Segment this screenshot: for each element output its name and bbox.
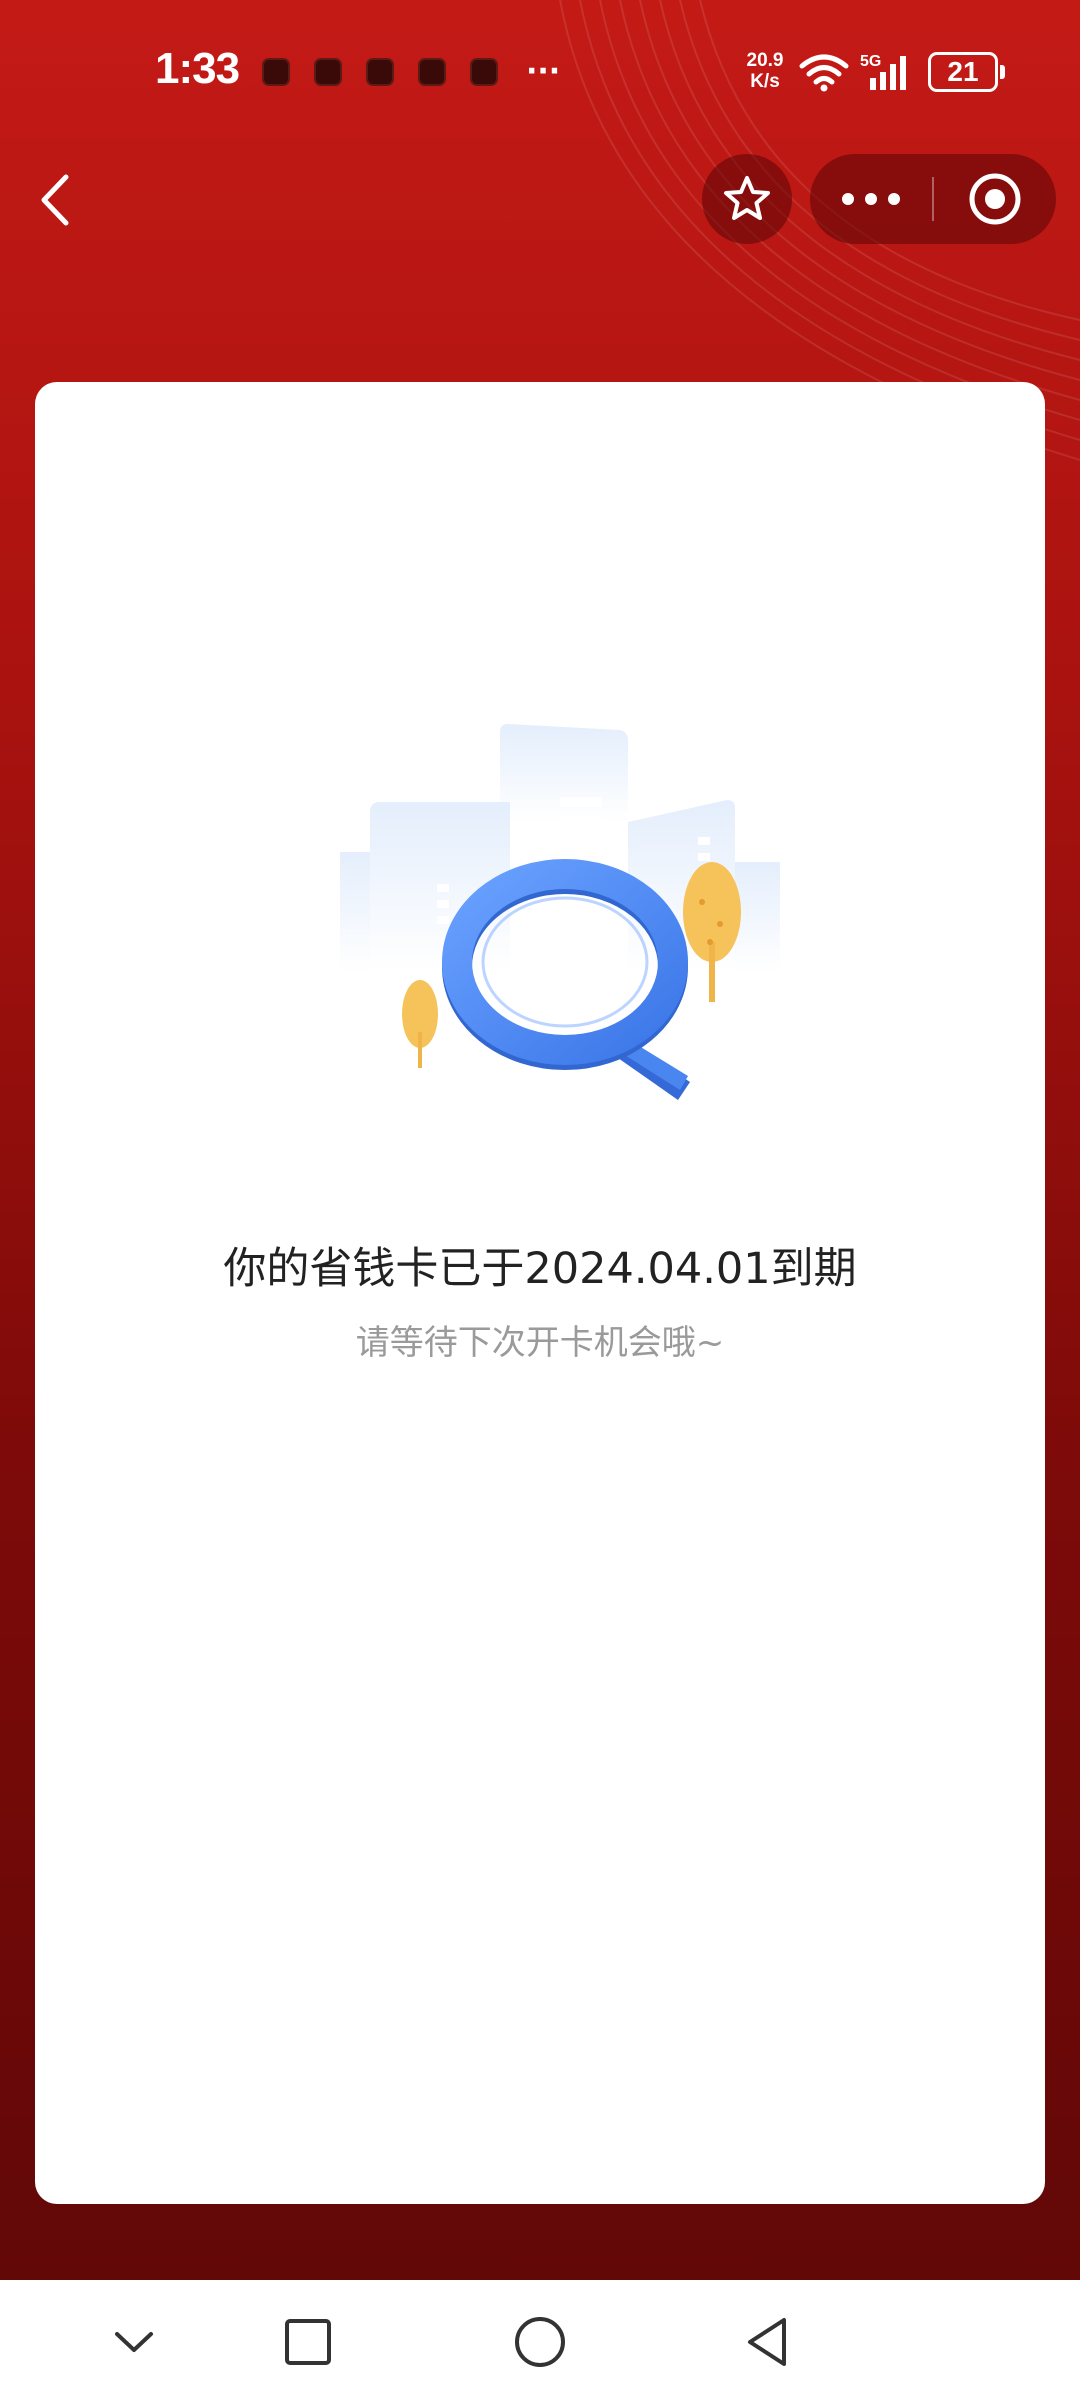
battery-tip [1000,65,1005,79]
system-navigation-bar [0,2280,1080,2400]
battery-level: 21 [928,52,998,92]
chevron-down-icon [115,2332,153,2352]
battery-indicator: 21 [928,52,1005,92]
network-speed-unit: K/s [750,71,780,92]
wechat-notification-icon [470,58,498,86]
notification-icons: ··· [262,54,561,89]
network-speed: 20.9 K/s [738,50,792,92]
ellipsis-icon [842,193,900,205]
wait-hint: 请等待下次开卡机会哦~ [355,1323,725,1363]
status-time: 1:33 [155,44,240,93]
bird-notification-icon [418,58,446,86]
recents-button[interactable] [268,2302,348,2382]
more-button[interactable] [810,154,932,244]
more-notifications-icon: ··· [526,54,561,89]
back-button[interactable] [30,165,90,235]
expired-message: 你的省钱卡已于2024.04.01到期 [223,1244,857,1294]
favorite-button[interactable] [702,154,792,244]
qq-notification-icon [262,58,290,86]
hide-keyboard-button[interactable] [94,2302,174,2382]
miniprogram-capsule [810,154,1056,244]
home-button[interactable] [500,2302,580,2382]
status-bar: 1:33 ··· 20.9 K/s 5G 21 [0,0,1080,140]
network-speed-value: 20.9 [746,50,784,71]
wifi-icon [799,54,849,92]
triangle-back-icon [748,2318,786,2366]
app-notification-icon [314,58,342,86]
target-icon [969,173,1021,225]
content-card: 你的省钱卡已于2024.04.01到期 请等待下次开卡机会哦~ [35,382,1045,2204]
system-back-button[interactable] [728,2302,808,2382]
chevron-left-icon [41,174,69,226]
empty-search-illustration [340,724,780,1100]
signal-5g-label: 5G [860,53,881,70]
screen: 1:33 ··· 20.9 K/s 5G 21 你的省钱卡已于2024.04.0… [0,0,1080,2400]
square-icon [285,2319,331,2365]
shield-notification-icon [366,58,394,86]
signal-5g-icon: 5G [860,53,906,90]
circle-icon [515,2317,565,2367]
close-miniprogram-button[interactable] [934,154,1056,244]
star-icon [724,176,770,220]
